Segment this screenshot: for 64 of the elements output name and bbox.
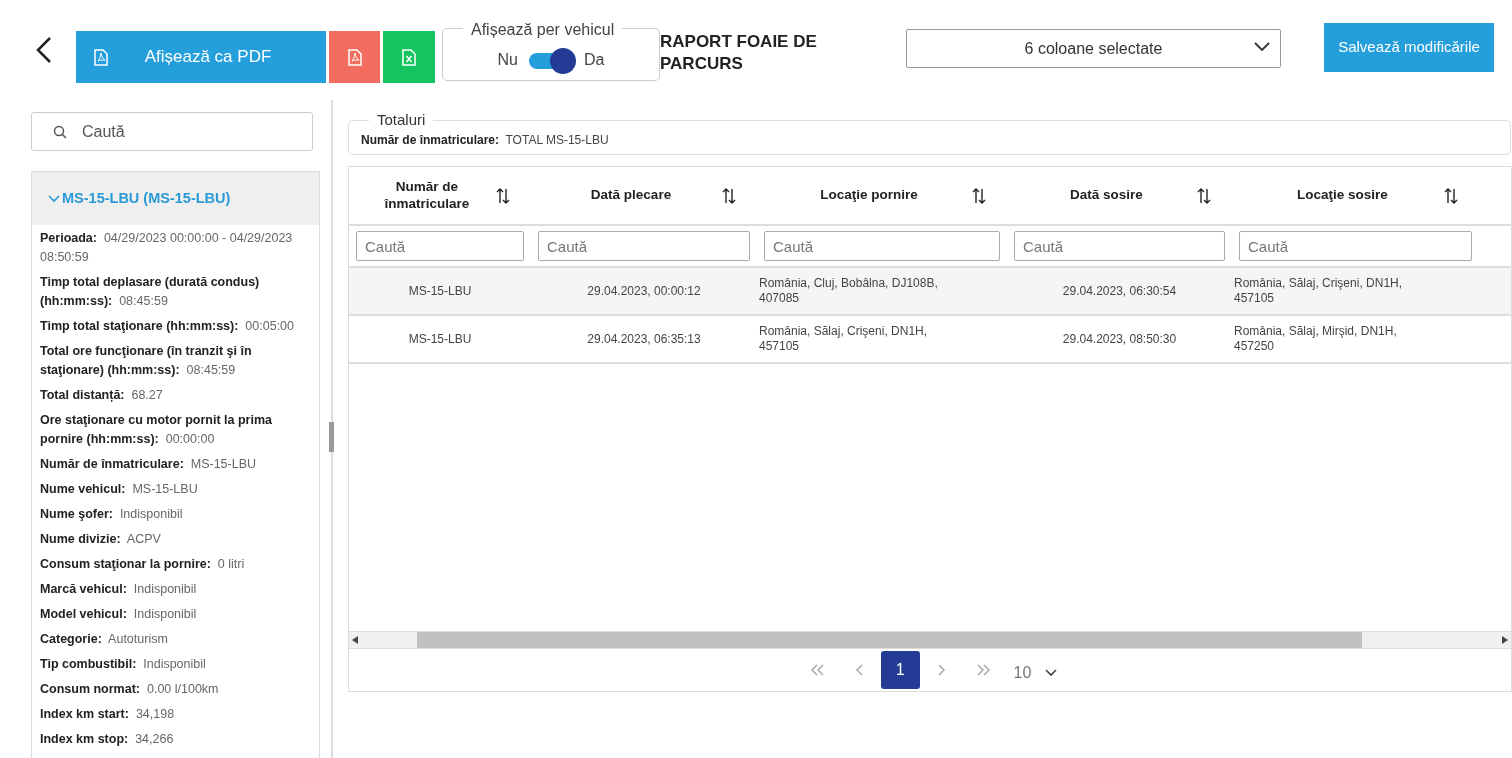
column-header[interactable]: Locaţie sosire: [1241, 187, 1444, 204]
column-header[interactable]: Dată plecare: [540, 187, 722, 204]
sort-icon[interactable]: [1197, 187, 1211, 204]
sort-icon[interactable]: [972, 187, 986, 204]
double-chevron-right-icon: [974, 664, 991, 676]
document-icon: [347, 49, 362, 67]
info-line: Nume divizie: ACPV: [40, 531, 162, 548]
info-line: Număr de înmatriculare: MS-15-LBU: [40, 456, 258, 473]
column-header[interactable]: Număr de înmatriculare: [358, 179, 496, 212]
filter-field[interactable]: Caută: [356, 231, 524, 261]
table-cell: MS-15-LBU: [408, 332, 472, 346]
info-line: Total distanță: 68.27: [40, 387, 164, 404]
page-size-dropdown[interactable]: 10: [1007, 660, 1064, 686]
scrollbar-thumb[interactable]: [417, 632, 1362, 648]
scroll-right-icon[interactable]: [1502, 636, 1508, 644]
info-line: Model vehicul: Indisponibil: [40, 606, 198, 623]
info-line: Timp total deplasare (durată condus) (hh:mm:ss): 08:45:59: [40, 274, 261, 310]
double-chevron-left-icon: [809, 664, 826, 676]
toggle-on-label: Da: [584, 50, 605, 70]
chevron-down-icon: [1045, 669, 1058, 677]
scroll-left-icon[interactable]: [352, 636, 358, 644]
info-line: Tip combustibil: Indisponibil: [40, 656, 207, 673]
sort-icon[interactable]: [496, 187, 510, 204]
info-line: Perioada: 04/29/2023 00:00:00 - 04/29/2023 08:50:59: [40, 230, 294, 266]
table-cell-text: România, Sălaj, Mirşid, DN1H, 457250: [1234, 324, 1398, 354]
table-cell: 29.04.2023, 06:35:13: [587, 332, 701, 346]
chevron-down-icon: [1254, 42, 1270, 52]
info-line: Nume şofer: Indisponibil: [40, 506, 184, 523]
filter-field[interactable]: Caută: [1239, 231, 1472, 261]
info-line: Index km start: 34,198: [40, 706, 176, 723]
column-header[interactable]: Locaţie pornire: [766, 187, 972, 204]
columns-dropdown[interactable]: 6 coloane selectate: [906, 29, 1281, 68]
scrollbar-thumb[interactable]: [329, 422, 334, 452]
info-line: Ore staţionare cu motor pornit la prima pornire (hh:mm:ss): 00:00:00: [40, 412, 273, 448]
info-line: Index km stop: 34,266: [40, 731, 175, 748]
page-button[interactable]: 1: [880, 651, 920, 689]
totals-line: Număr de înmatriculare: TOTAL MS-15-LBU: [361, 132, 610, 149]
info-line: Marcă vehicul: Indisponibil: [40, 581, 198, 598]
table-cell-text: România, Sălaj, Crişeni, DN1H, 457105: [1234, 276, 1404, 306]
spreadsheet-icon: [402, 49, 416, 67]
totals-legend: Totaluri: [369, 112, 434, 127]
sort-icon[interactable]: [722, 187, 736, 204]
table-cell: 29.04.2023, 00:00:12: [587, 284, 701, 298]
report-title: RAPORT FOAIE DE PARCURS: [660, 31, 818, 76]
table-cell-text: România, Cluj, Bobâlna, DJ108B, 407085: [759, 276, 939, 306]
info-line: Total ore funcţionare (în tranzit şi în staţionare) (hh:mm:ss): 08:45:59: [40, 343, 253, 379]
info-line: Categorie: Autoturism: [40, 631, 169, 648]
filter-field[interactable]: Caută: [764, 231, 1000, 261]
toggle-off-label: Nu: [497, 50, 518, 70]
info-line: Nume vehicul: MS-15-LBU: [40, 481, 199, 498]
filter-field[interactable]: Caută: [1014, 231, 1225, 261]
sort-icon[interactable]: [1444, 187, 1458, 204]
table-cell-text: România, Sălaj, Crişeni, DN1H, 457105: [759, 324, 929, 354]
table-cell: MS-15-LBU: [408, 284, 472, 298]
info-line: Consum staţionar la pornire: 0 litri: [40, 556, 246, 573]
search-field[interactable]: Caută: [31, 112, 313, 151]
document-icon: [94, 48, 108, 66]
table-cell: 29.04.2023, 08:50:30: [1062, 332, 1177, 346]
toggle-label: Afișează per vehicul: [463, 21, 623, 39]
table-cell: 29.04.2023, 06:30:54: [1062, 284, 1177, 298]
info-line: Timp total staţionare (hh:mm:ss): 00:05:00: [40, 318, 296, 335]
filter-field[interactable]: Caută: [538, 231, 750, 261]
info-line: Consum normat: 0.00 l/100km: [40, 681, 220, 698]
column-header[interactable]: Dată sosire: [1016, 187, 1197, 204]
